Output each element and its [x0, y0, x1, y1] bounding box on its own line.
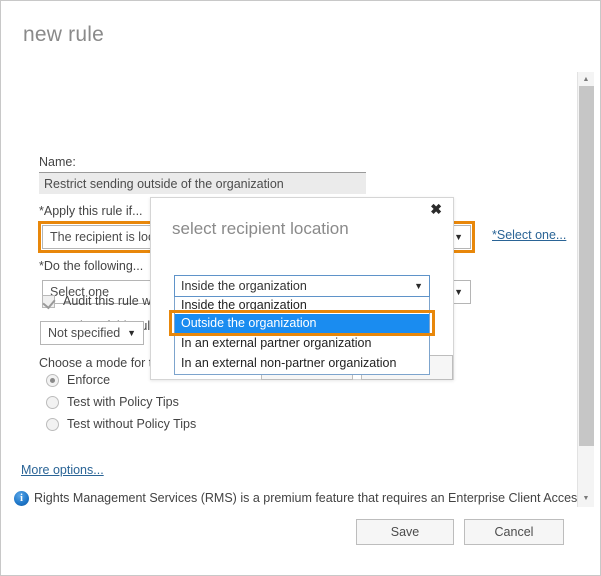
chevron-down-icon: ▼ — [454, 232, 463, 242]
chevron-down-icon: ▼ — [454, 287, 463, 297]
new-rule-window: new rule Name: *Apply this rule if... Th… — [0, 0, 601, 576]
close-icon[interactable]: ✖ — [430, 202, 442, 216]
more-options-link[interactable]: More options... — [21, 463, 104, 477]
radio-enforce-label: Enforce — [67, 373, 111, 387]
info-icon: i — [14, 491, 29, 506]
form-scrollbar[interactable]: ▲ ▼ — [577, 72, 594, 507]
scrollbar-thumb[interactable] — [579, 86, 594, 446]
radio-test-without-policy-tips[interactable] — [46, 418, 59, 431]
severity-level-select[interactable]: Not specified ▼ — [40, 321, 144, 345]
select-recipient-location-dialog: ✖ select recipient location Inside the o… — [150, 197, 454, 380]
recipient-location-value: Inside the organization — [181, 279, 307, 293]
name-label: Name: — [39, 155, 76, 169]
option-inside-the-organization[interactable]: Inside the organization — [175, 297, 429, 314]
option-outside-the-organization[interactable]: Outside the organization — [175, 314, 429, 334]
name-input[interactable] — [39, 172, 366, 194]
radio-test-with-policy-tips[interactable] — [46, 396, 59, 409]
recipient-location-select[interactable]: Inside the organization ▼ — [174, 275, 430, 297]
radio-test-with-policy-tips-label: Test with Policy Tips — [67, 395, 179, 409]
dialog-title: select recipient location — [172, 219, 349, 238]
apply-rule-select-one-link[interactable]: *Select one... — [492, 228, 566, 242]
audit-rule-checkbox[interactable] — [42, 295, 55, 308]
chevron-down-icon: ▼ — [127, 328, 136, 338]
info-message: Rights Management Services (RMS) is a pr… — [34, 491, 584, 505]
do-following-label: *Do the following... — [39, 259, 144, 273]
page-title: new rule — [23, 23, 104, 46]
chevron-down-icon: ▼ — [414, 281, 423, 291]
save-button[interactable]: Save — [356, 519, 454, 545]
cancel-button[interactable]: Cancel — [464, 519, 564, 545]
option-in-an-external-partner-organization[interactable]: In an external partner organization — [175, 334, 429, 354]
radio-enforce[interactable] — [46, 374, 59, 387]
triangle-down-icon[interactable]: ▼ — [578, 491, 594, 507]
severity-level-value: Not specified — [48, 326, 121, 340]
apply-rule-label: *Apply this rule if... — [39, 204, 143, 218]
recipient-location-option-list: Inside the organization Outside the orga… — [174, 297, 430, 375]
radio-test-without-policy-tips-label: Test without Policy Tips — [67, 417, 197, 431]
option-in-an-external-non-partner-organization[interactable]: In an external non-partner organization — [175, 354, 429, 374]
